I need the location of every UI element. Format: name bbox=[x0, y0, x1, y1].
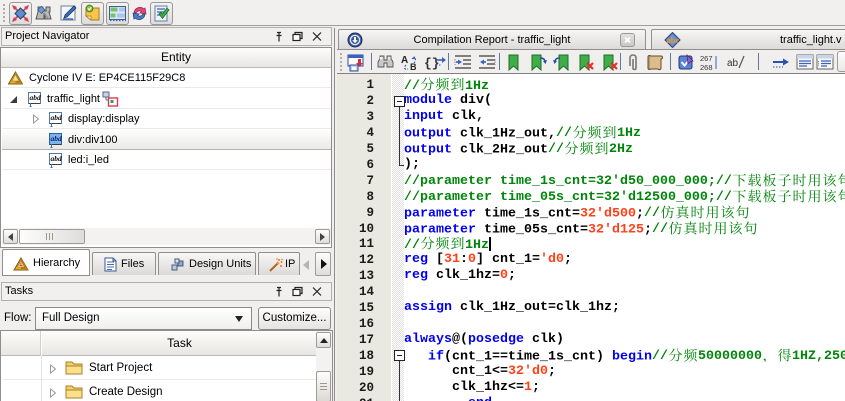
svg-text:ab: ab bbox=[727, 58, 739, 69]
svg-text:abd: abd bbox=[51, 134, 63, 143]
svg-text:abc: abc bbox=[667, 35, 680, 45]
svg-text:B: B bbox=[410, 62, 417, 72]
svg-text:{}: {} bbox=[424, 56, 440, 71]
svg-text:A: A bbox=[401, 55, 408, 66]
svg-text:abd: abd bbox=[51, 154, 63, 163]
svg-text:268: 268 bbox=[700, 63, 713, 71]
svg-text:abd: abd bbox=[30, 93, 42, 102]
svg-text:267: 267 bbox=[700, 54, 713, 63]
svg-text:abd: abd bbox=[51, 113, 63, 122]
